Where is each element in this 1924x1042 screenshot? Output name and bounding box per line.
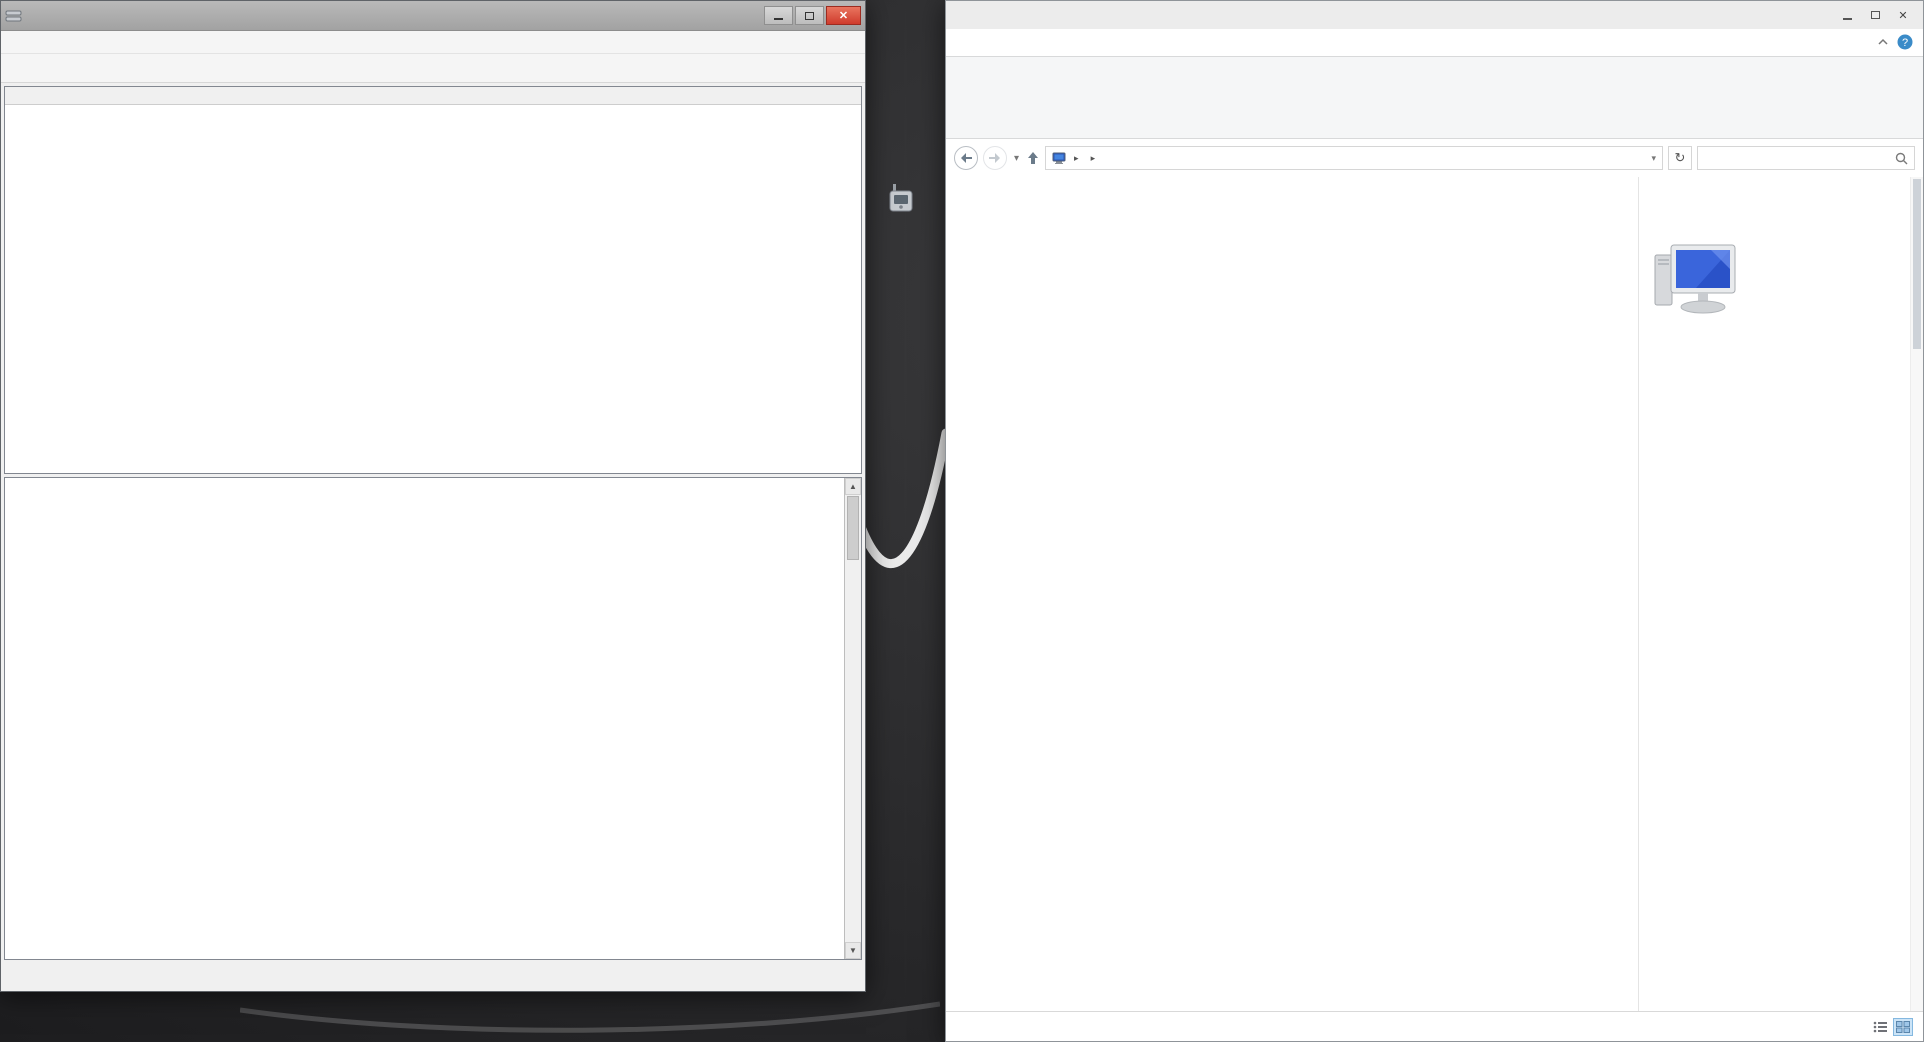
close-button[interactable]: ✕ [1889, 6, 1917, 25]
address-dropdown-icon[interactable]: ▾ [1651, 153, 1656, 164]
search-input[interactable] [1704, 150, 1895, 166]
status-bar [946, 1011, 1923, 1041]
explorer-window: ✕ ? ▾ [945, 0, 1924, 1042]
minimize-button[interactable] [1833, 6, 1861, 25]
computer-image [1651, 239, 1910, 332]
search-icon[interactable] [1895, 152, 1908, 165]
help-icon[interactable]: ? [1897, 34, 1913, 50]
scroll-up-icon[interactable]: ▲ [845, 478, 861, 495]
volumes-table-pane [4, 86, 862, 474]
ribbon [946, 56, 1923, 139]
breadcrumb-separator-icon: ▸ [1074, 153, 1079, 164]
explorer-main [946, 177, 1923, 1011]
disk-management-toolbar [1, 54, 865, 83]
desktop-icon-data-adu[interactable] [858, 182, 944, 216]
minimize-ribbon-icon[interactable] [1877, 38, 1889, 46]
breadcrumb[interactable]: ▸ ▸ ▾ [1045, 146, 1663, 170]
maximize-button[interactable] [1861, 6, 1889, 25]
back-icon[interactable] [954, 146, 978, 170]
disks-graph-pane: ▲ ▼ [4, 477, 862, 960]
computer-icon [1052, 152, 1068, 165]
disk-management-app-icon [5, 9, 23, 23]
volumes-table-header[interactable] [5, 87, 861, 105]
vaio-wallpaper-wave-lower [240, 996, 940, 1041]
disk-management-body: ▲ ▼ [1, 83, 865, 991]
device-icon [884, 182, 918, 216]
disk-management-menubar [1, 31, 865, 54]
breadcrumb-separator-icon: ▸ [1091, 153, 1096, 164]
disk-management-titlebar[interactable]: ✕ [1, 1, 865, 31]
scrollbar-thumb[interactable] [847, 496, 859, 560]
partition-legend [4, 960, 862, 980]
explorer-titlebar[interactable]: ✕ [946, 1, 1923, 29]
minimize-button[interactable] [764, 6, 793, 25]
refresh-icon[interactable]: ↻ [1668, 146, 1692, 170]
disks-graph-scrollbar[interactable]: ▲ ▼ [844, 478, 861, 959]
address-bar: ▾ ▸ ▸ ▾ ↻ [946, 139, 1923, 177]
svg-text:?: ? [1902, 37, 1908, 49]
scrollbar-thumb[interactable] [1913, 179, 1921, 349]
disk-management-window: ✕ ▲ ▼ [0, 0, 866, 992]
search-box [1697, 146, 1915, 170]
navigation-pane [946, 177, 1268, 1011]
details-pane [1638, 177, 1910, 1011]
ribbon-tab-row: ? [946, 29, 1923, 56]
large-icons-view-icon[interactable] [1893, 1018, 1913, 1036]
maximize-button[interactable] [795, 6, 824, 25]
content-pane [1268, 177, 1638, 1011]
forward-icon[interactable] [983, 146, 1007, 170]
desktop: ✕ ▲ ▼ [0, 0, 1924, 1042]
details-view-icon[interactable] [1870, 1018, 1890, 1036]
content-scrollbar[interactable] [1910, 177, 1923, 1011]
recent-locations-icon[interactable]: ▾ [1012, 153, 1021, 164]
up-icon[interactable] [1026, 151, 1040, 165]
close-button[interactable]: ✕ [826, 6, 861, 25]
scroll-down-icon[interactable]: ▼ [845, 942, 861, 959]
